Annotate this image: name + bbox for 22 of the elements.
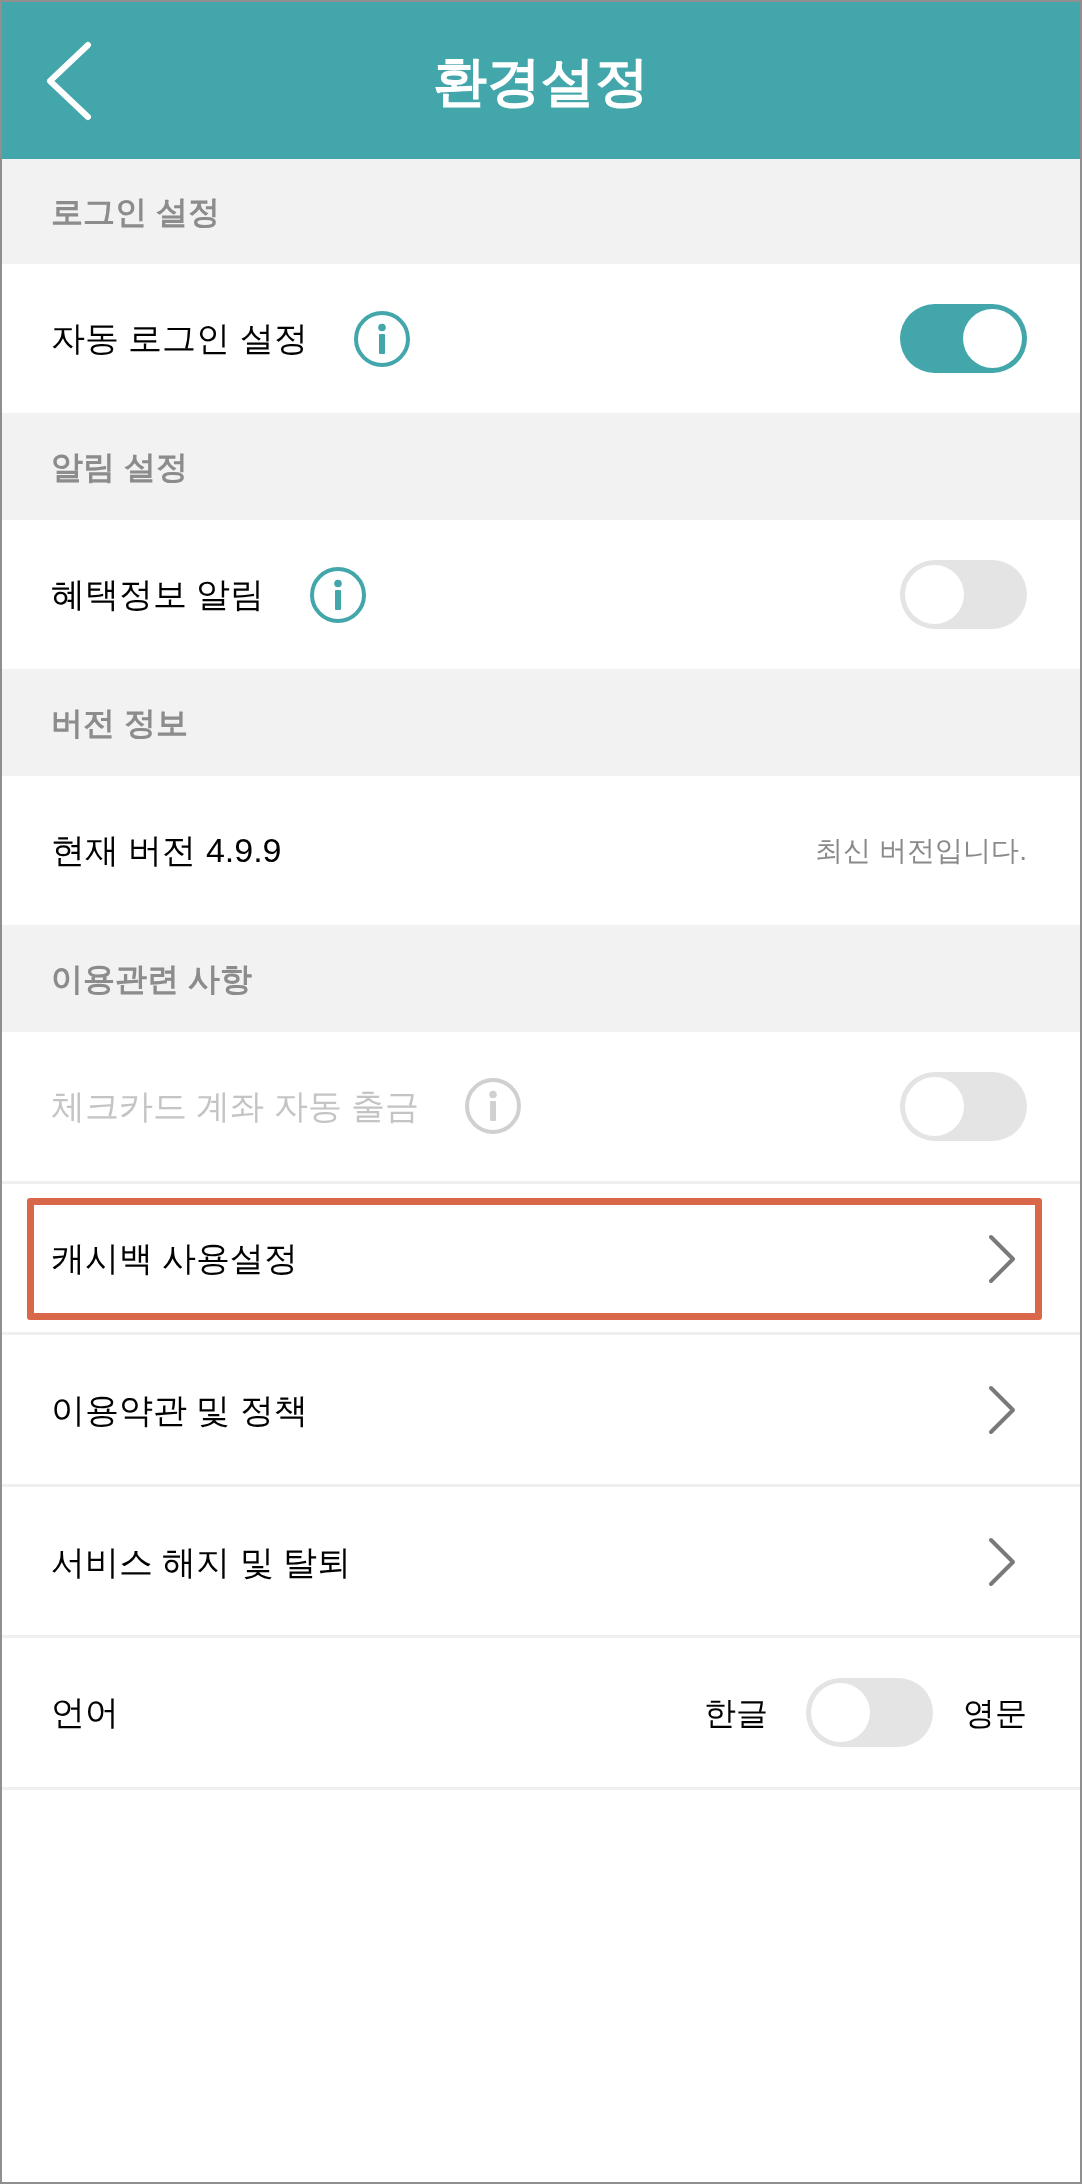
section-header: 알림 설정: [2, 413, 1080, 520]
chevron-right-icon: [988, 1385, 1016, 1436]
section-header: 버전 정보: [2, 669, 1080, 776]
menu-item[interactable]: 캐시백 사용설정: [34, 1204, 1035, 1314]
chevron-right-icon: [988, 1233, 1016, 1284]
setting-label: 혜택정보 알림: [51, 574, 265, 615]
info-icon[interactable]: [310, 566, 367, 623]
menu-item[interactable]: 이용약관 및 정책: [34, 1356, 1035, 1465]
setting-label: 현재 버전 4.9.9: [51, 830, 282, 871]
setting-label: 자동 로그인 설정: [51, 318, 308, 359]
language-option[interactable]: 한글: [704, 1688, 768, 1737]
setting-label: 체크카드 계좌 자동 출금: [51, 1085, 420, 1127]
setting-label: 언어: [51, 1692, 119, 1734]
screen-title: 환경설정: [433, 53, 649, 108]
section-header: 로그인 설정: [2, 159, 1080, 264]
info-icon[interactable]: [353, 310, 410, 367]
status-text: 최신 버전입니다.: [815, 833, 1027, 868]
menu-item[interactable]: 서비스 해지 및 탈퇴: [34, 1507, 1035, 1617]
section-header: 이용관련 사항: [2, 925, 1080, 1032]
chevron-right-icon: [988, 1537, 1016, 1588]
language-option[interactable]: 영문: [963, 1688, 1027, 1737]
chevron-left-icon: [46, 40, 92, 121]
